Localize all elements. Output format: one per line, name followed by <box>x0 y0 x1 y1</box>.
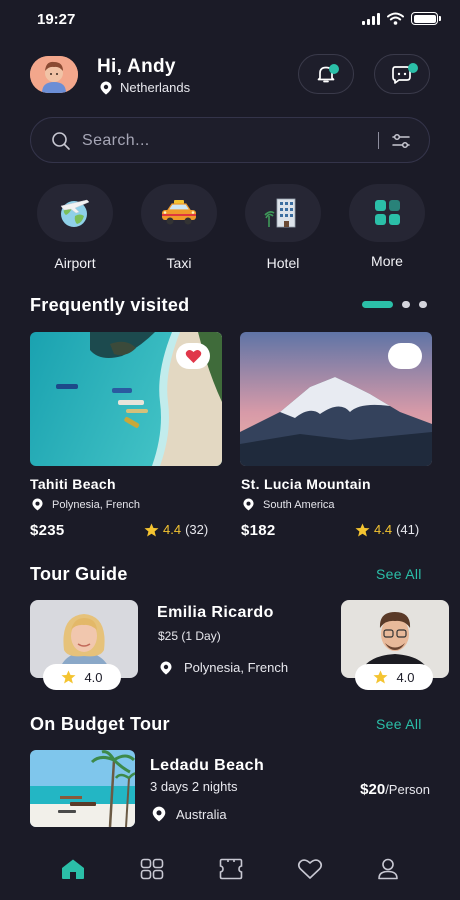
messages-button[interactable] <box>374 54 430 94</box>
star-icon <box>144 523 159 536</box>
search-bar[interactable]: Search... <box>30 117 430 163</box>
category-taxi-label: Taxi <box>166 255 192 271</box>
pager-dot[interactable] <box>419 301 427 308</box>
section-title-on-budget-tour: On Budget Tour <box>30 714 170 734</box>
location-pin-icon <box>32 498 43 511</box>
rating-count: (32) <box>185 522 209 537</box>
budget-tour-price-unit: /Person <box>385 782 430 797</box>
budget-tour-location-label: Australia <box>176 806 227 822</box>
location-pin-icon <box>243 498 254 511</box>
grid-more-icon <box>375 200 400 225</box>
nav-explore[interactable] <box>139 857 165 881</box>
signal-icon <box>362 12 380 25</box>
message-badge <box>408 63 418 73</box>
category-more-circle <box>349 184 425 242</box>
pager-dot[interactable] <box>402 301 410 308</box>
home-icon <box>62 859 84 879</box>
place-location-label: South America <box>263 498 335 511</box>
place-name[interactable]: Tahiti Beach <box>30 476 116 492</box>
guide-price: $25 (1 Day) <box>158 629 221 643</box>
guide-location-label: Polynesia, French <box>184 660 289 675</box>
status-icons <box>362 12 441 25</box>
category-hotel-circle <box>245 184 321 242</box>
user-location-label: Netherlands <box>120 80 191 95</box>
notifications-button[interactable] <box>298 54 354 94</box>
status-time: 19:27 <box>37 11 76 28</box>
guide-rating: 4.0 <box>355 664 433 690</box>
location-pin-icon <box>100 81 112 94</box>
globe-airplane-icon <box>60 199 90 227</box>
category-airport-circle <box>37 184 113 242</box>
profile-icon <box>378 858 398 880</box>
hotel-building-icon <box>264 198 296 228</box>
nav-home[interactable] <box>60 857 86 881</box>
place-price: $235 <box>30 522 65 539</box>
bottom-nav <box>0 848 460 890</box>
nav-profile[interactable] <box>375 857 401 881</box>
budget-tour-price-value: $20 <box>360 781 386 798</box>
star-icon <box>373 670 388 684</box>
search-divider <box>378 132 379 149</box>
budget-tour-image[interactable] <box>30 750 135 827</box>
taxi-icon <box>162 200 196 225</box>
heart-icon <box>185 349 201 363</box>
place-price: $182 <box>241 522 276 539</box>
category-taxi-circle <box>141 184 217 242</box>
section-title-frequently-visited: Frequently visited <box>30 295 190 315</box>
rating-value: 4.4 <box>374 522 393 537</box>
location-pin-icon <box>152 806 166 822</box>
carousel-pager[interactable] <box>362 301 427 308</box>
place-rating: 4.4 (41) <box>355 522 419 537</box>
guide-location: Polynesia, French <box>160 660 288 675</box>
category-airport-label: Airport <box>54 255 96 271</box>
budget-tour-price: $20/Person <box>360 781 430 798</box>
filter-icon[interactable] <box>391 132 411 150</box>
avatar[interactable] <box>30 56 78 93</box>
pager-dot[interactable] <box>362 301 393 308</box>
guide-rating-value: 4.0 <box>396 669 415 685</box>
favorite-button-tahiti-beach[interactable] <box>176 343 210 369</box>
user-location[interactable]: Netherlands <box>100 80 190 95</box>
nav-tickets[interactable] <box>218 857 244 881</box>
category-hotel[interactable]: Hotel <box>243 184 323 271</box>
favorite-button-st-lucia-mountain[interactable] <box>388 343 422 369</box>
star-icon <box>355 523 370 536</box>
category-airport[interactable]: Airport <box>35 184 115 271</box>
guide-name[interactable]: Emilia Ricardo <box>157 604 274 622</box>
location-pin-icon <box>160 661 172 674</box>
wifi-icon <box>387 12 404 25</box>
category-more[interactable]: More <box>347 184 427 269</box>
battery-icon <box>411 12 441 25</box>
category-more-label: More <box>371 253 403 269</box>
guide-rating: 4.0 <box>43 664 121 690</box>
place-name[interactable]: St. Lucia Mountain <box>241 476 371 492</box>
place-location: Polynesia, French <box>32 498 140 511</box>
place-rating: 4.4 (32) <box>144 522 208 537</box>
budget-tour-name[interactable]: Ledadu Beach <box>150 757 264 775</box>
ticket-icon <box>219 858 243 880</box>
grid-icon <box>140 858 164 880</box>
see-all-budget-tour-link[interactable]: See All <box>376 716 422 732</box>
budget-tour-duration: 3 days 2 nights <box>150 779 238 794</box>
rating-count: (41) <box>396 522 420 537</box>
see-all-tour-guide-link[interactable]: See All <box>376 566 422 582</box>
star-icon <box>61 670 76 684</box>
nav-favorites[interactable] <box>297 857 323 881</box>
category-hotel-label: Hotel <box>266 255 300 271</box>
search-input[interactable]: Search... <box>82 132 150 150</box>
guide-rating-value: 4.0 <box>84 669 103 685</box>
category-taxi[interactable]: Taxi <box>139 184 219 271</box>
rating-value: 4.4 <box>163 522 182 537</box>
budget-tour-location: Australia <box>152 806 227 822</box>
status-bar: 19:27 <box>0 0 460 40</box>
header: Hi, Andy Netherlands <box>30 54 430 96</box>
notification-badge <box>329 64 339 74</box>
heart-icon <box>297 859 323 879</box>
greeting-text: Hi, Andy <box>97 56 176 77</box>
search-icon <box>52 132 70 150</box>
place-location: South America <box>243 498 335 511</box>
section-title-tour-guide: Tour Guide <box>30 564 128 584</box>
place-location-label: Polynesia, French <box>52 498 141 511</box>
